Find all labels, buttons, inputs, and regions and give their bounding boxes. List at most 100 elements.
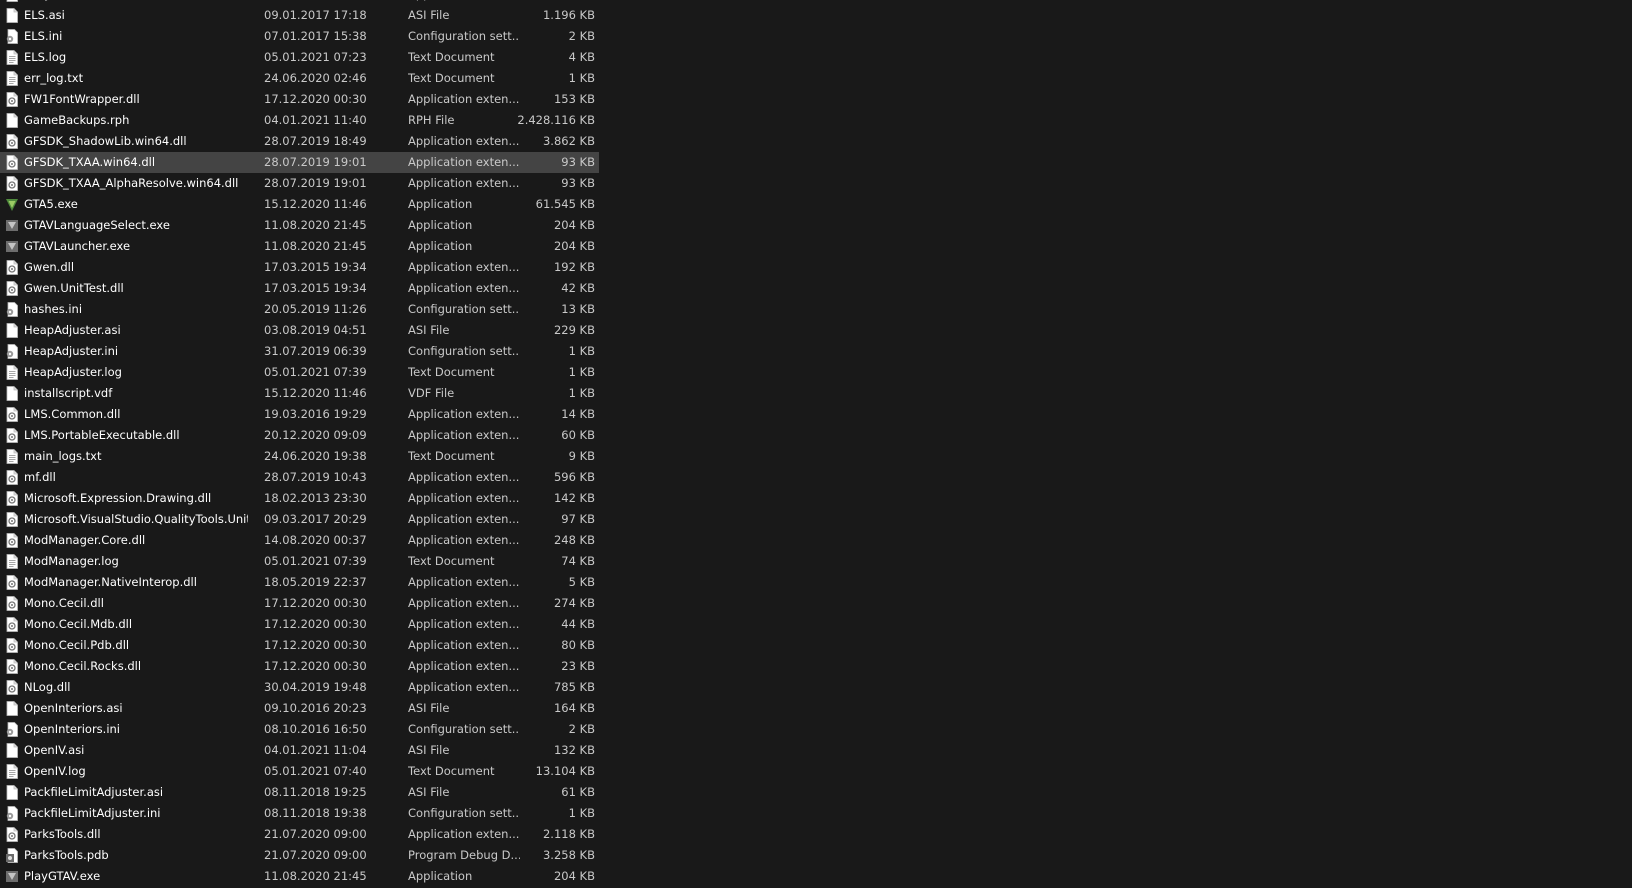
dll-icon <box>5 659 19 674</box>
file-size: 3.862 KB <box>542 134 595 148</box>
file-row[interactable]: Mono.Cecil.Rocks.dll 17.12.2020 00:30 Appl… <box>0 656 599 677</box>
file-type: Configuration sett... <box>408 806 520 820</box>
file-date-modified: 08.10.2016 16:50 <box>264 722 367 736</box>
config-icon <box>5 344 19 359</box>
file-row[interactable]: OpenInteriors.asi 09.10.2016 20:23 ASI Fil… <box>0 698 599 719</box>
file-name: ParksTools.dll <box>24 827 101 841</box>
file-row[interactable]: mf.dll 28.07.2019 10:43 Application exten.… <box>0 467 599 488</box>
file-name: ModManager.Core.dll <box>24 533 146 547</box>
file-row[interactable]: ModManager.log 05.01.2021 07:39 Text Docum… <box>0 551 599 572</box>
file-name: Microsoft.Expression.Drawing.dll <box>24 491 212 505</box>
file-row[interactable]: GTAVLauncher.exe 11.08.2020 21:45 Applicat… <box>0 236 599 257</box>
file-date-modified: 17.12.2020 00:30 <box>264 596 367 610</box>
file-date-modified: 28.07.2019 10:43 <box>264 470 367 484</box>
file-row[interactable]: PackfileLimitAdjuster.ini 08.11.2018 19:3… <box>0 803 599 824</box>
file-date-modified: 17.03.2015 19:34 <box>264 260 367 274</box>
file-type: Application exten... <box>408 680 520 694</box>
file-date-modified: 08.11.2018 19:38 <box>264 806 367 820</box>
file-size: 4 KB <box>568 50 595 64</box>
dll-icon <box>5 617 19 632</box>
file-size: 74 KB <box>561 554 595 568</box>
file-row[interactable]: LMS.PortableExecutable.dll 20.12.2020 09:… <box>0 425 599 446</box>
file-row[interactable]: PlayGTAV.exe 11.08.2020 21:45 Application 2… <box>0 866 599 887</box>
file-type: Application exten... <box>408 176 520 190</box>
config-icon <box>5 302 19 317</box>
file-name: GTAVLauncher.exe <box>24 239 131 253</box>
file-row[interactable]: ModManager.Core.dll 14.08.2020 00:37 Appli… <box>0 530 599 551</box>
file-size: 44 KB <box>561 617 595 631</box>
file-row[interactable]: ParksTools.dll 21.07.2020 09:00 Applicatio… <box>0 824 599 845</box>
file-row[interactable]: Mono.Cecil.Pdb.dll 17.12.2020 00:30 Applic… <box>0 635 599 656</box>
file-row[interactable]: HeapAdjuster.log 05.01.2021 07:39 Text Doc… <box>0 362 599 383</box>
file-type: Application <box>408 197 473 211</box>
file-row[interactable]: GFSDK_TXAA.win64.dll 28.07.2019 19:01 Appl… <box>0 152 599 173</box>
file-row[interactable]: HeapAdjuster.asi 03.08.2019 04:51 ASI File… <box>0 320 599 341</box>
file-icon <box>5 323 19 338</box>
file-size: 785 KB <box>553 680 595 694</box>
file-row[interactable]: ELS.asi 09.01.2017 17:18 ASI File 1.196 KB <box>0 5 599 26</box>
file-name: GTAVLanguageSelect.exe <box>24 218 170 232</box>
file-type: Configuration sett... <box>408 722 520 736</box>
file-row[interactable]: HeapAdjuster.ini 31.07.2019 06:39 Configur… <box>0 341 599 362</box>
file-size: 204 KB <box>553 218 595 232</box>
file-row[interactable]: ELS.log 05.01.2021 07:23 Text Document 4 KB <box>0 47 599 68</box>
file-row[interactable]: OpenIV.log 05.01.2021 07:40 Text Document 1… <box>0 761 599 782</box>
file-size: 204 KB <box>553 239 595 253</box>
file-name: GameBackups.rph <box>24 113 130 127</box>
file-date-modified: 11.08.2020 21:45 <box>264 869 367 883</box>
file-row[interactable]: err_log.txt 24.06.2020 02:46 Text Document… <box>0 68 599 89</box>
file-row[interactable]: OpenInteriors.ini 08.10.2016 16:50 Configu… <box>0 719 599 740</box>
file-date-modified: 20.05.2019 11:26 <box>264 302 367 316</box>
file-date-modified: 19.03.2016 19:29 <box>264 407 367 421</box>
file-type: Application exten... <box>408 575 520 589</box>
file-row[interactable]: main_logs.txt 24.06.2020 19:38 Text Docume… <box>0 446 599 467</box>
file-size: 274 KB <box>553 596 595 610</box>
config-icon <box>5 806 19 821</box>
file-row[interactable]: LMS.Common.dll 19.03.2016 19:29 Applicatio… <box>0 404 599 425</box>
file-name: LMS.PortableExecutable.dll <box>24 428 180 442</box>
file-size: 60 KB <box>561 428 595 442</box>
dll-icon <box>5 512 19 527</box>
file-row[interactable]: FW1FontWrapper.dll 17.12.2020 00:30 Applic… <box>0 89 599 110</box>
file-date-modified: 15.12.2020 11:46 <box>264 386 367 400</box>
file-row[interactable]: OpenIV.asi 04.01.2021 11:04 ASI File 132 KB <box>0 740 599 761</box>
file-row[interactable]: GFSDK_ShadowLib.win64.dll 28.07.2019 18:4… <box>0 131 599 152</box>
file-date-modified: 11.08.2020 21:45 <box>264 218 367 232</box>
file-row[interactable]: ELS.ini 07.01.2017 15:38 Configuration set… <box>0 26 599 47</box>
file-row[interactable]: ModManager.NativeInterop.dll 18.05.2019 2… <box>0 572 599 593</box>
file-row[interactable]: GTA5.exe 15.12.2020 11:46 Application 61.54… <box>0 194 599 215</box>
file-row[interactable]: GameBackups.rph 04.01.2021 11:40 RPH File 2… <box>0 110 599 131</box>
file-name: mf.dll <box>24 470 56 484</box>
file-row[interactable]: installscript.vdf 15.12.2020 11:46 VDF Fil… <box>0 383 599 404</box>
file-row[interactable]: hashes.ini 20.05.2019 11:26 Configuration … <box>0 299 599 320</box>
file-row[interactable]: Microsoft.Expression.Drawing.dll 18.02.20… <box>0 488 599 509</box>
file-type: Application <box>408 239 473 253</box>
dll-icon <box>5 176 19 191</box>
file-icon <box>5 701 19 716</box>
file-type: VDF File <box>408 386 455 400</box>
file-type: Application exten... <box>408 617 520 631</box>
file-name: ELS.asi <box>24 8 65 22</box>
file-date-modified: 05.01.2021 07:40 <box>264 764 367 778</box>
file-type: Application exten... <box>408 827 520 841</box>
file-row[interactable]: Gwen.dll 17.03.2015 19:34 Application exte… <box>0 257 599 278</box>
dll-icon <box>5 533 19 548</box>
file-date-modified: 20.12.2020 09:09 <box>264 428 367 442</box>
file-row[interactable]: Mono.Cecil.Mdb.dll 17.12.2020 00:30 Applic… <box>0 614 599 635</box>
file-name: NLog.dll <box>24 680 71 694</box>
dll-icon <box>5 155 19 170</box>
file-date-modified: 17.12.2020 00:30 <box>264 659 367 673</box>
file-row[interactable]: GFSDK_TXAA_AlphaResolve.win64.dll 28.07.2… <box>0 173 599 194</box>
file-type: ASI File <box>408 701 450 715</box>
file-row[interactable]: Gwen.UnitTest.dll 17.03.2015 19:34 Applica… <box>0 278 599 299</box>
file-row[interactable]: GTAVLanguageSelect.exe 11.08.2020 21:45 Ap… <box>0 215 599 236</box>
file-row[interactable]: PackfileLimitAdjuster.asi 08.11.2018 19:2… <box>0 782 599 803</box>
file-type: Text Document <box>408 449 495 463</box>
file-row[interactable]: Microsoft.VisualStudio.QualityTools.Unit… <box>0 509 599 530</box>
file-row[interactable]: NLog.dll 30.04.2019 19:48 Application exte… <box>0 677 599 698</box>
file-row[interactable]: ParksTools.pdb 21.07.2020 09:00 Program De… <box>0 845 599 866</box>
file-date-modified: 05.01.2021 07:39 <box>264 365 367 379</box>
file-row[interactable]: Mono.Cecil.dll 17.12.2020 00:30 Applicatio… <box>0 593 599 614</box>
file-size: 3.258 KB <box>542 848 595 862</box>
file-date-modified: 21.07.2020 09:00 <box>264 827 367 841</box>
